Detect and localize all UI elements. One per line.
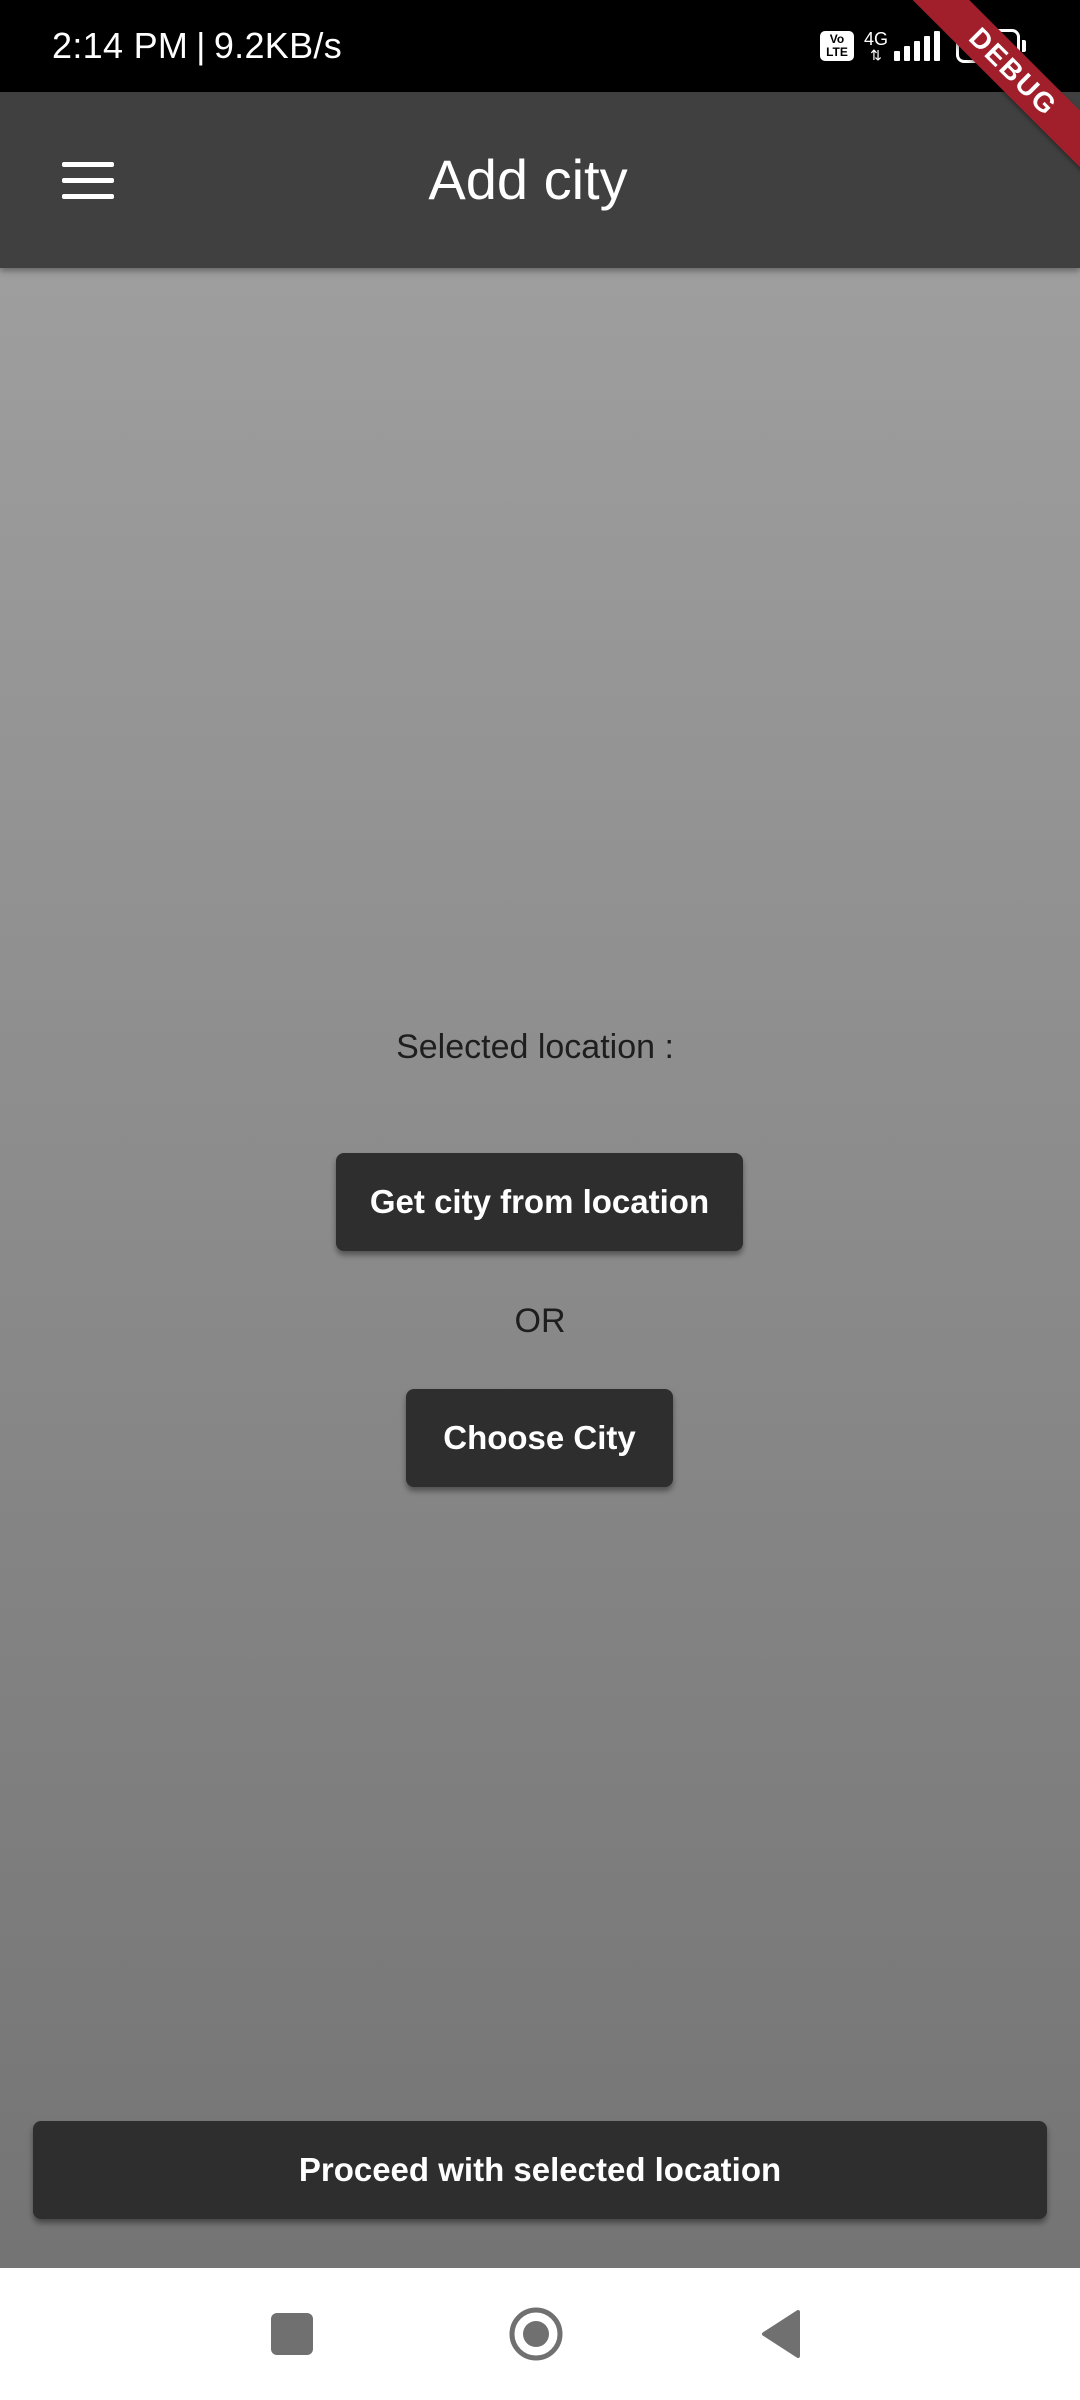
- home-icon[interactable]: [508, 2306, 564, 2362]
- status-separator: |: [196, 25, 206, 66]
- choose-city-button[interactable]: Choose City: [406, 1389, 673, 1487]
- app-bar: Add city: [0, 92, 1080, 268]
- selected-location-label: Selected location :: [396, 1028, 674, 1066]
- page-title: Add city: [428, 148, 628, 211]
- main-content: Selected location : Get city from locati…: [0, 268, 1080, 2268]
- status-bar: 2:14 PM | 9.2KB/s Vo LTE 4G ⇅ 68: [0, 0, 1080, 92]
- navigation-bar: [0, 2268, 1080, 2400]
- network-speed: 9.2KB/s: [213, 25, 342, 66]
- back-icon[interactable]: [758, 2308, 802, 2360]
- get-city-from-location-button[interactable]: Get city from location: [336, 1153, 743, 1251]
- recent-apps-icon[interactable]: [271, 2313, 313, 2355]
- status-left: 2:14 PM | 9.2KB/s: [52, 0, 342, 92]
- network-type-label: 4G: [863, 29, 888, 49]
- proceed-button[interactable]: Proceed with selected location: [33, 2121, 1047, 2219]
- volte-label-bottom: LTE: [826, 45, 848, 59]
- network-4g-icon: 4G ⇅: [864, 30, 888, 62]
- signal-icon: [894, 31, 940, 61]
- data-arrows-icon: ⇅: [870, 47, 882, 63]
- volte-icon: Vo LTE: [819, 31, 854, 61]
- or-label: OR: [514, 1302, 566, 1340]
- status-time: 2:14 PM: [52, 25, 189, 66]
